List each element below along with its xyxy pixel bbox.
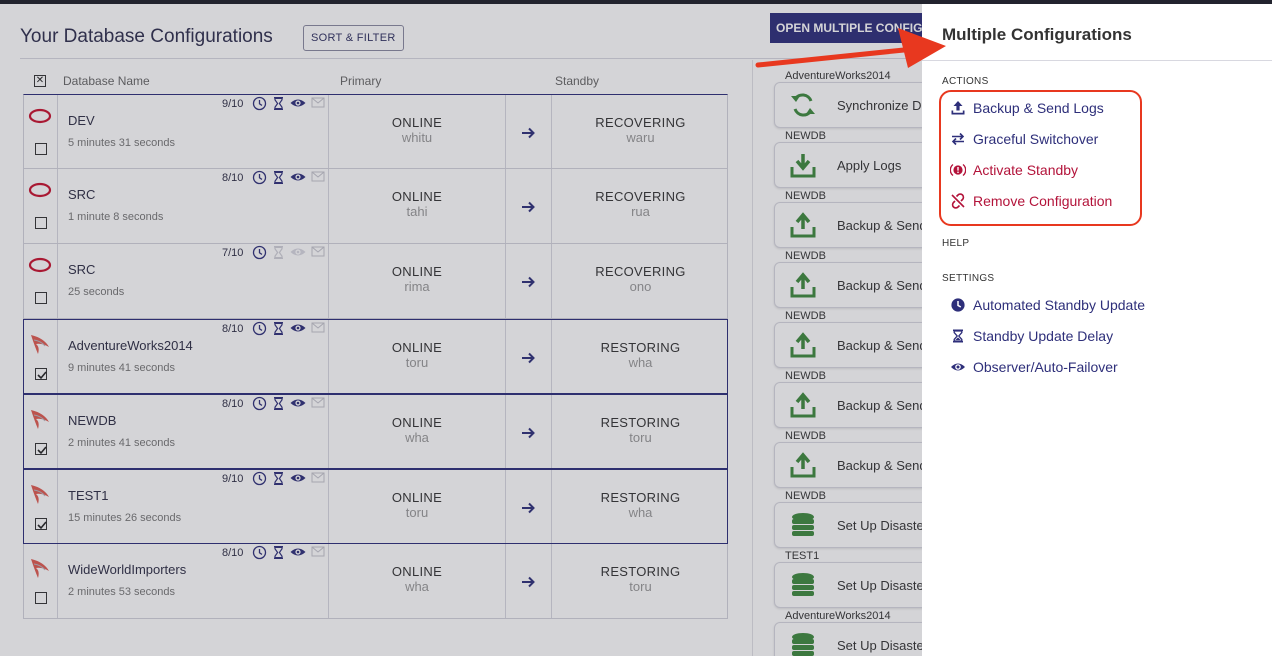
panel-title: Multiple Configurations [942,25,1132,44]
multiple-configurations-panel: Multiple Configurations ACTIONS Backup &… [922,4,1272,656]
hourglass-icon [953,329,963,343]
clock-icon [951,298,965,312]
observer-auto-failover-setting[interactable]: Observer/Auto-Failover [950,357,1118,377]
actions-highlight-annotation [939,90,1142,226]
settings-header: SETTINGS [942,273,995,284]
setting-label: Observer/Auto-Failover [973,359,1118,375]
annotation-arrow [755,28,946,68]
setting-label: Automated Standby Update [973,297,1146,313]
actions-header: ACTIONS [942,76,989,87]
eye-icon [951,363,965,371]
setting-label: Standby Update Delay [973,328,1114,344]
help-header[interactable]: HELP [942,238,969,249]
divider [922,60,1272,61]
modal-backdrop[interactable] [0,4,922,656]
automated-standby-update-setting[interactable]: Automated Standby Update [950,295,1145,315]
standby-update-delay-setting[interactable]: Standby Update Delay [950,326,1113,346]
